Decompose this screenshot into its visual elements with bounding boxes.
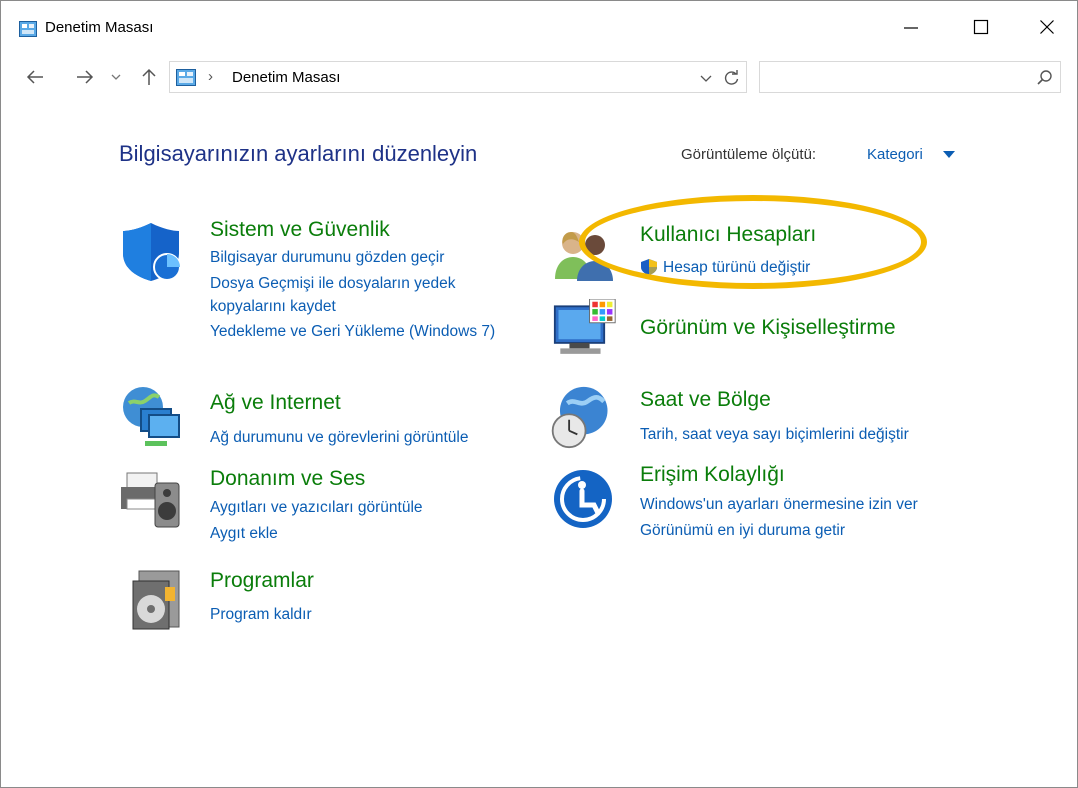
link-optimize-visual-display[interactable]: Görünümü en iyi duruma getir — [640, 519, 980, 542]
control-panel-icon — [176, 69, 196, 86]
refresh-icon[interactable] — [722, 68, 742, 88]
forward-button[interactable] — [71, 63, 99, 91]
control-panel-window: Denetim Masası › Denetim Masası Bilgisay… — [0, 0, 1078, 788]
chevron-down-icon — [111, 74, 121, 80]
link-date-time-number-formats[interactable]: Tarih, saat veya sayı biçimlerini değişt… — [640, 423, 980, 446]
maximize-icon — [973, 19, 989, 35]
maximize-button[interactable] — [951, 1, 1011, 53]
link-devices-printers[interactable]: Aygıtları ve yazıcıları görüntüle — [210, 496, 530, 519]
link-file-history-backup[interactable]: Dosya Geçmişi ile dosyaların yedek kopya… — [210, 272, 520, 318]
title-bar: Denetim Masası — [1, 1, 1077, 53]
category-title-system-security[interactable]: Sistem ve Güvenlik — [210, 218, 390, 242]
category-title-ease-of-access[interactable]: Erişim Kolaylığı — [640, 463, 785, 487]
category-title-clock-region[interactable]: Saat ve Bölge — [640, 388, 771, 412]
link-backup-restore[interactable]: Yedekleme ve Geri Yükleme (Windows 7) — [210, 320, 525, 343]
address-bar[interactable]: › Denetim Masası — [169, 61, 747, 93]
view-by-dropdown[interactable]: Kategori — [867, 146, 923, 163]
search-icon[interactable] — [1036, 69, 1054, 87]
ease-of-access-icon[interactable] — [551, 467, 615, 531]
window-title: Denetim Masası — [45, 19, 154, 36]
up-arrow-icon — [142, 68, 156, 85]
network-icon[interactable] — [119, 385, 183, 449]
link-add-device[interactable]: Aygıt ekle — [210, 522, 530, 545]
navigation-bar: › Denetim Masası — [1, 57, 1077, 97]
category-title-network-internet[interactable]: Ağ ve Internet — [210, 391, 341, 415]
programs-icon[interactable] — [125, 567, 189, 631]
control-panel-app-icon — [19, 21, 37, 37]
close-button[interactable] — [1017, 1, 1077, 53]
category-title-hardware-sound[interactable]: Donanım ve Ses — [210, 467, 365, 491]
caret-down-icon[interactable] — [943, 151, 955, 159]
globe-clock-icon[interactable] — [549, 385, 613, 449]
breadcrumb-separator: › — [208, 68, 213, 85]
address-dropdown-icon[interactable] — [698, 70, 714, 86]
recent-locations-button[interactable] — [107, 63, 125, 91]
link-network-status[interactable]: Ağ durumunu ve görevlerini görüntüle — [210, 426, 540, 449]
link-let-windows-suggest[interactable]: Windows'un ayarları önermesine izin ver — [640, 493, 980, 516]
minimize-button[interactable] — [881, 1, 941, 53]
search-input[interactable] — [766, 66, 1016, 88]
forward-arrow-icon — [77, 70, 94, 84]
uac-shield-icon — [641, 259, 657, 275]
minimize-icon — [904, 27, 918, 29]
close-icon — [1040, 20, 1054, 34]
users-icon[interactable] — [551, 223, 615, 287]
search-box[interactable] — [759, 61, 1061, 93]
up-button[interactable] — [135, 63, 163, 91]
category-title-user-accounts[interactable]: Kullanıcı Hesapları — [640, 223, 816, 247]
category-title-programs[interactable]: Programlar — [210, 569, 314, 593]
link-review-computer-status[interactable]: Bilgisayar durumunu gözden geçir — [210, 246, 530, 269]
view-by-label: Görüntüleme ölçütü: — [681, 146, 817, 163]
back-arrow-icon — [26, 70, 43, 84]
printer-speaker-icon[interactable] — [119, 467, 183, 531]
category-title-appearance-personalization[interactable]: Görünüm ve Kişiselleştirme — [640, 316, 896, 340]
page-title: Bilgisayarınızın ayarlarını düzenleyin — [119, 141, 478, 166]
link-uninstall-program[interactable]: Program kaldır — [210, 603, 510, 626]
breadcrumb-control-panel[interactable]: Denetim Masası — [232, 69, 340, 86]
back-button[interactable] — [21, 63, 49, 91]
link-change-account-type[interactable]: Hesap türünü değiştir — [663, 256, 923, 279]
shield-icon[interactable] — [119, 219, 183, 283]
monitor-color-icon[interactable] — [553, 299, 617, 363]
